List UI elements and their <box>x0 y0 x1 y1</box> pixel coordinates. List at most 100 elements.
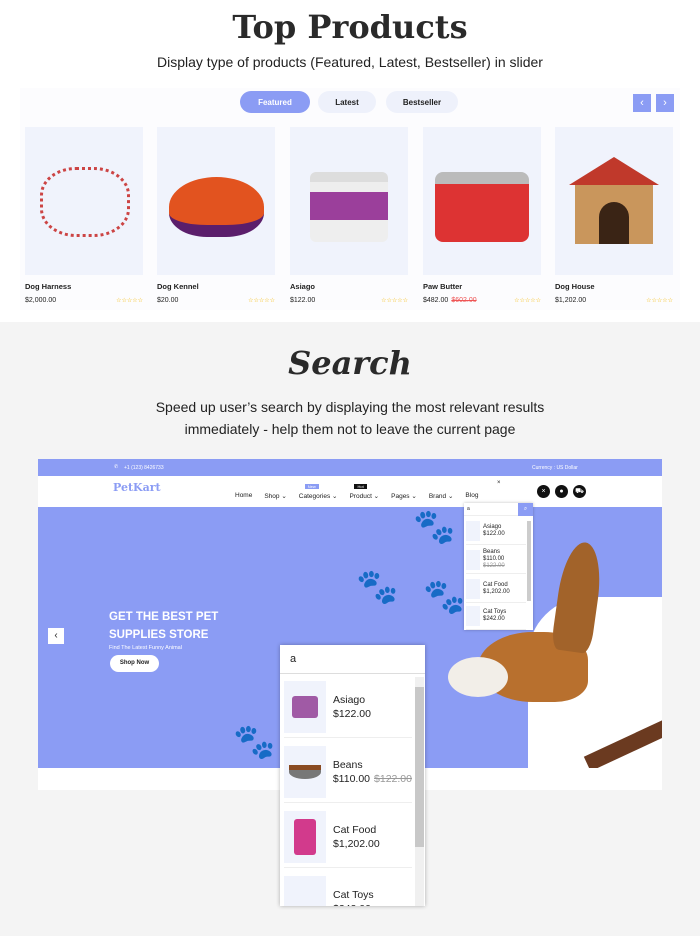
product-card[interactable]: Paw Butter $482.00 $602.00 ☆☆☆☆☆ <box>423 127 541 304</box>
product-thumbnail <box>284 745 326 798</box>
product-card[interactable]: Dog Harness $2,000.00 ☆☆☆☆☆ <box>25 127 143 304</box>
phone-number: +1 (123) 8426733 <box>124 465 164 471</box>
product-image <box>555 127 673 275</box>
search-result-item[interactable]: Beans $110.00 $122.00 <box>466 546 526 574</box>
top-products-title: Top Products <box>232 8 468 46</box>
result-name: Asiago <box>483 523 502 530</box>
search-input[interactable]: a <box>280 645 425 674</box>
product-thumbnail <box>284 810 326 863</box>
result-price: $242.00 <box>333 902 374 907</box>
search-dropdown: a Asiago $122.00 Beans $110.00 $122.00 Cat … <box>280 645 425 906</box>
currency-select[interactable]: Currency : US Dollar <box>532 465 578 471</box>
search-subtitle-2: immediately - help them not to leave the… <box>184 421 516 437</box>
result-old-price: $122.00 <box>483 563 505 569</box>
nav-shop[interactable]: Shop ⌄ <box>264 492 286 500</box>
product-name: Asiago <box>290 282 316 291</box>
top-products-subtitle: Display type of products (Featured, Late… <box>157 54 543 70</box>
product-name: Dog Kennel <box>157 282 199 291</box>
hero-title: GET THE BEST PET <box>109 611 219 623</box>
result-price: $122.00 <box>483 530 505 537</box>
logo[interactable]: PetKart <box>113 481 161 494</box>
rating-stars: ☆☆☆☆☆ <box>116 298 143 304</box>
phone-icon: ✆ <box>114 464 119 470</box>
scrollbar-track[interactable] <box>415 677 424 906</box>
product-name: Paw Butter <box>423 282 463 291</box>
product-image <box>157 127 275 275</box>
hero-prev-button[interactable]: ‹ <box>48 628 64 644</box>
nav-home[interactable]: Home <box>235 492 252 500</box>
search-result-item[interactable]: Cat Food $1,202.00 <box>284 806 412 868</box>
result-name: Cat Food <box>333 823 377 836</box>
result-name: Asiago <box>333 693 366 706</box>
result-price: $110.00 <box>332 772 371 785</box>
search-result-item[interactable]: Cat Toys$242.00 <box>466 602 526 630</box>
result-name: Cat Toys <box>333 888 374 901</box>
shop-now-button[interactable]: Shop Now <box>110 655 159 672</box>
paw-icon: 🐾 <box>356 568 399 606</box>
hot-badge: Hot <box>354 484 367 489</box>
product-price: $20.00 <box>157 297 179 304</box>
result-name: Beans <box>332 758 363 771</box>
hero-title: SUPPLIES STORE <box>109 629 209 641</box>
nav-label: Product ⌄ <box>349 493 380 500</box>
tab-latest[interactable]: Latest <box>318 91 376 113</box>
cart-icon[interactable]: ⛟ <box>573 485 586 498</box>
result-price: $110.00 <box>483 556 505 562</box>
product-card[interactable]: Dog Kennel $20.00 ☆☆☆☆☆ <box>157 127 275 304</box>
product-price: $2,000.00 <box>25 297 57 304</box>
product-image <box>423 127 541 275</box>
user-icon[interactable]: ● <box>555 485 568 498</box>
tab-bestseller[interactable]: Bestseller <box>386 91 458 113</box>
result-name: Cat Food <box>483 581 508 588</box>
close-icon[interactable]: × <box>537 485 550 498</box>
slider-prev-button[interactable]: ‹ <box>633 94 651 112</box>
nav-blog[interactable]: Blog <box>465 492 478 500</box>
result-old-price: $122.00 <box>374 772 412 785</box>
product-price: $1,202.00 <box>555 297 587 304</box>
paw-icon: 🐾 <box>413 508 456 546</box>
product-old-price: $602.00 <box>451 297 477 304</box>
search-dropdown-small: a ⌕ Asiago $122.00 Beans $110.00 $122.00 C… <box>464 503 533 630</box>
result-price: $1,202.00 <box>483 588 510 595</box>
search-icon[interactable]: ⌕ <box>518 503 533 516</box>
search-title: Search <box>288 344 412 382</box>
new-badge: New <box>304 484 319 489</box>
product-image <box>290 127 408 275</box>
nav-pages[interactable]: Pages ⌄ <box>391 492 417 500</box>
hero-subtitle: Find The Latest Funny Animal <box>109 645 182 651</box>
product-image <box>25 127 143 275</box>
product-thumbnail <box>284 875 326 906</box>
nav-label: Categories ⌄ <box>298 493 338 500</box>
scrollbar[interactable] <box>527 521 531 601</box>
result-price: $1,202.00 <box>333 837 380 850</box>
nav-brand[interactable]: Brand ⌄ <box>429 492 454 500</box>
search-result-item[interactable]: Beans $110.00 $122.00 <box>284 741 412 803</box>
product-card[interactable]: Dog House $1,202.00 ☆☆☆☆☆ <box>555 127 673 304</box>
rating-stars: ☆☆☆☆☆ <box>248 298 275 304</box>
product-name: Dog House <box>555 282 595 291</box>
rating-stars: ☆☆☆☆☆ <box>514 298 541 304</box>
scrollbar-thumb[interactable] <box>415 687 424 847</box>
search-result-item[interactable]: Asiago $122.00 <box>284 676 412 738</box>
close-search-icon[interactable]: × <box>497 480 501 486</box>
product-price: $122.00 <box>290 297 316 304</box>
tab-featured[interactable]: Featured <box>240 91 310 113</box>
nav-categories[interactable]: New Categories ⌄ <box>298 484 338 500</box>
search-subtitle-1: Speed up user’s search by displaying the… <box>155 399 545 415</box>
paw-icon: 🐾 <box>233 723 276 761</box>
nav-product[interactable]: Hot Product ⌄ <box>349 484 380 500</box>
slider-next-button[interactable]: › <box>656 94 674 112</box>
product-card[interactable]: Asiago $122.00 ☆☆☆☆☆ <box>290 127 408 304</box>
product-name: Dog Harness <box>25 282 72 291</box>
search-result-item[interactable]: Cat Toys$242.00 <box>284 871 412 906</box>
result-price: $242.00 <box>483 615 505 622</box>
search-result-item[interactable]: Cat Food $1,202.00 <box>466 575 526 603</box>
result-name: Beans <box>483 549 501 555</box>
search-result-item[interactable]: Asiago $122.00 <box>466 517 526 545</box>
main-nav: Home Shop ⌄ New Categories ⌄ Hot Product ⌄… <box>235 484 478 500</box>
top-bar: ✆ +1 (123) 8426733 Currency : US Dollar <box>38 459 662 476</box>
result-price: $122.00 <box>333 707 371 720</box>
rating-stars: ☆☆☆☆☆ <box>646 298 673 304</box>
product-thumbnail <box>284 680 326 733</box>
product-price: $482.00 <box>423 297 449 304</box>
